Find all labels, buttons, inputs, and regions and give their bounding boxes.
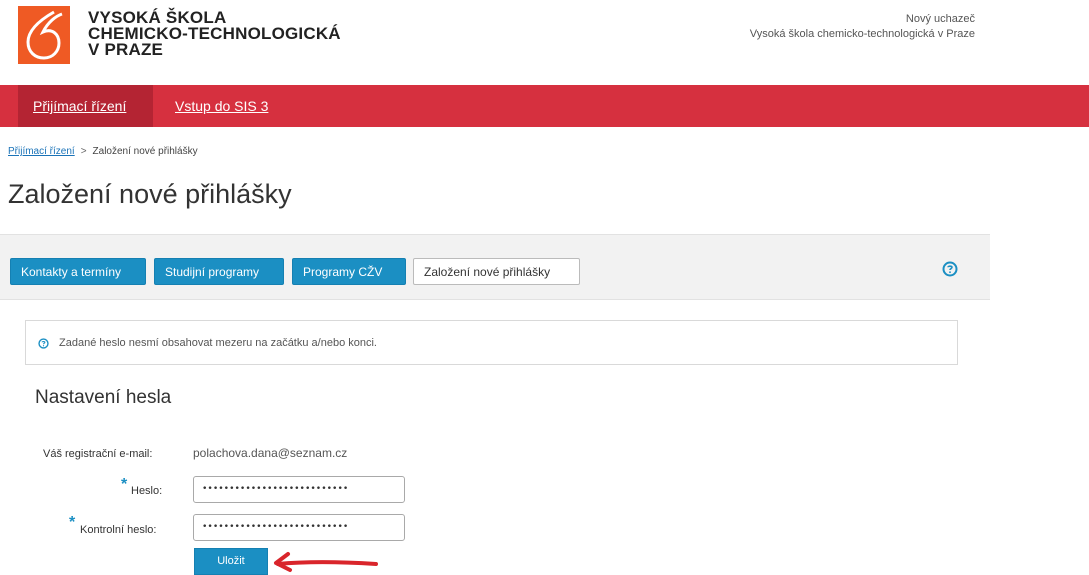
required-marker: *: [121, 476, 128, 493]
password-label: Heslo:: [131, 485, 163, 497]
breadcrumb-current: Založení nové přihlášky: [92, 146, 198, 157]
user-school: Vysoká škola chemicko-technologická v Pr…: [749, 28, 975, 40]
tab-lifelong-programs[interactable]: Programy CŽV: [292, 258, 406, 285]
nav-item-sis-login[interactable]: Vstup do SIS 3: [160, 85, 283, 127]
main-navigation: Přijímací řízení Vstup do SIS 3: [0, 85, 1089, 127]
info-circle-icon: [38, 338, 49, 349]
user-role: Nový uchazeč: [905, 13, 975, 25]
confirm-password-input[interactable]: •••••••••••••••••••••••••••: [193, 514, 405, 541]
password-input[interactable]: •••••••••••••••••••••••••••: [193, 476, 405, 503]
email-label: Váš registrační e-mail:: [43, 448, 153, 460]
section-title: Nastavení hesla: [35, 387, 172, 408]
save-button[interactable]: Uložit: [194, 548, 268, 575]
help-icon[interactable]: [942, 261, 958, 277]
info-alert: Zadané heslo nesmí obsahovat mezeru na z…: [25, 320, 958, 365]
school-logo[interactable]: [18, 6, 70, 64]
breadcrumb: Přijímací řízení > Založení nové přihlášky: [8, 146, 198, 157]
red-arrow-annotation-icon: [274, 552, 378, 572]
flame-logo-icon: [18, 6, 70, 64]
tab-new-application[interactable]: Založení nové přihlášky: [413, 258, 580, 285]
page-title: Založení nové přihlášky: [8, 179, 292, 209]
breadcrumb-link-admissions[interactable]: Přijímací řízení: [8, 146, 75, 157]
email-value: polachova.dana@seznam.cz: [193, 446, 348, 460]
page-header: VYSOKÁ ŠKOLA CHEMICKO-TECHNOLOGICKÁ V PR…: [0, 0, 1089, 86]
tab-contacts-and-dates[interactable]: Kontakty a termíny: [10, 258, 146, 285]
confirm-password-label: Kontrolní heslo:: [80, 524, 157, 536]
school-name: VYSOKÁ ŠKOLA CHEMICKO-TECHNOLOGICKÁ V PR…: [88, 9, 341, 59]
alert-text: Zadané heslo nesmí obsahovat mezeru na z…: [59, 337, 377, 349]
user-info: Nový uchazeč Vysoká škola chemicko-techn…: [750, 12, 975, 42]
school-name-line: V PRAZE: [88, 40, 164, 59]
tab-study-programs[interactable]: Studijní programy: [154, 258, 284, 285]
tab-bar: Kontakty a termíny Studijní programy Pro…: [0, 234, 990, 300]
nav-item-admissions[interactable]: Přijímací řízení: [18, 85, 153, 127]
breadcrumb-separator: >: [80, 146, 87, 157]
required-marker: *: [69, 514, 76, 531]
